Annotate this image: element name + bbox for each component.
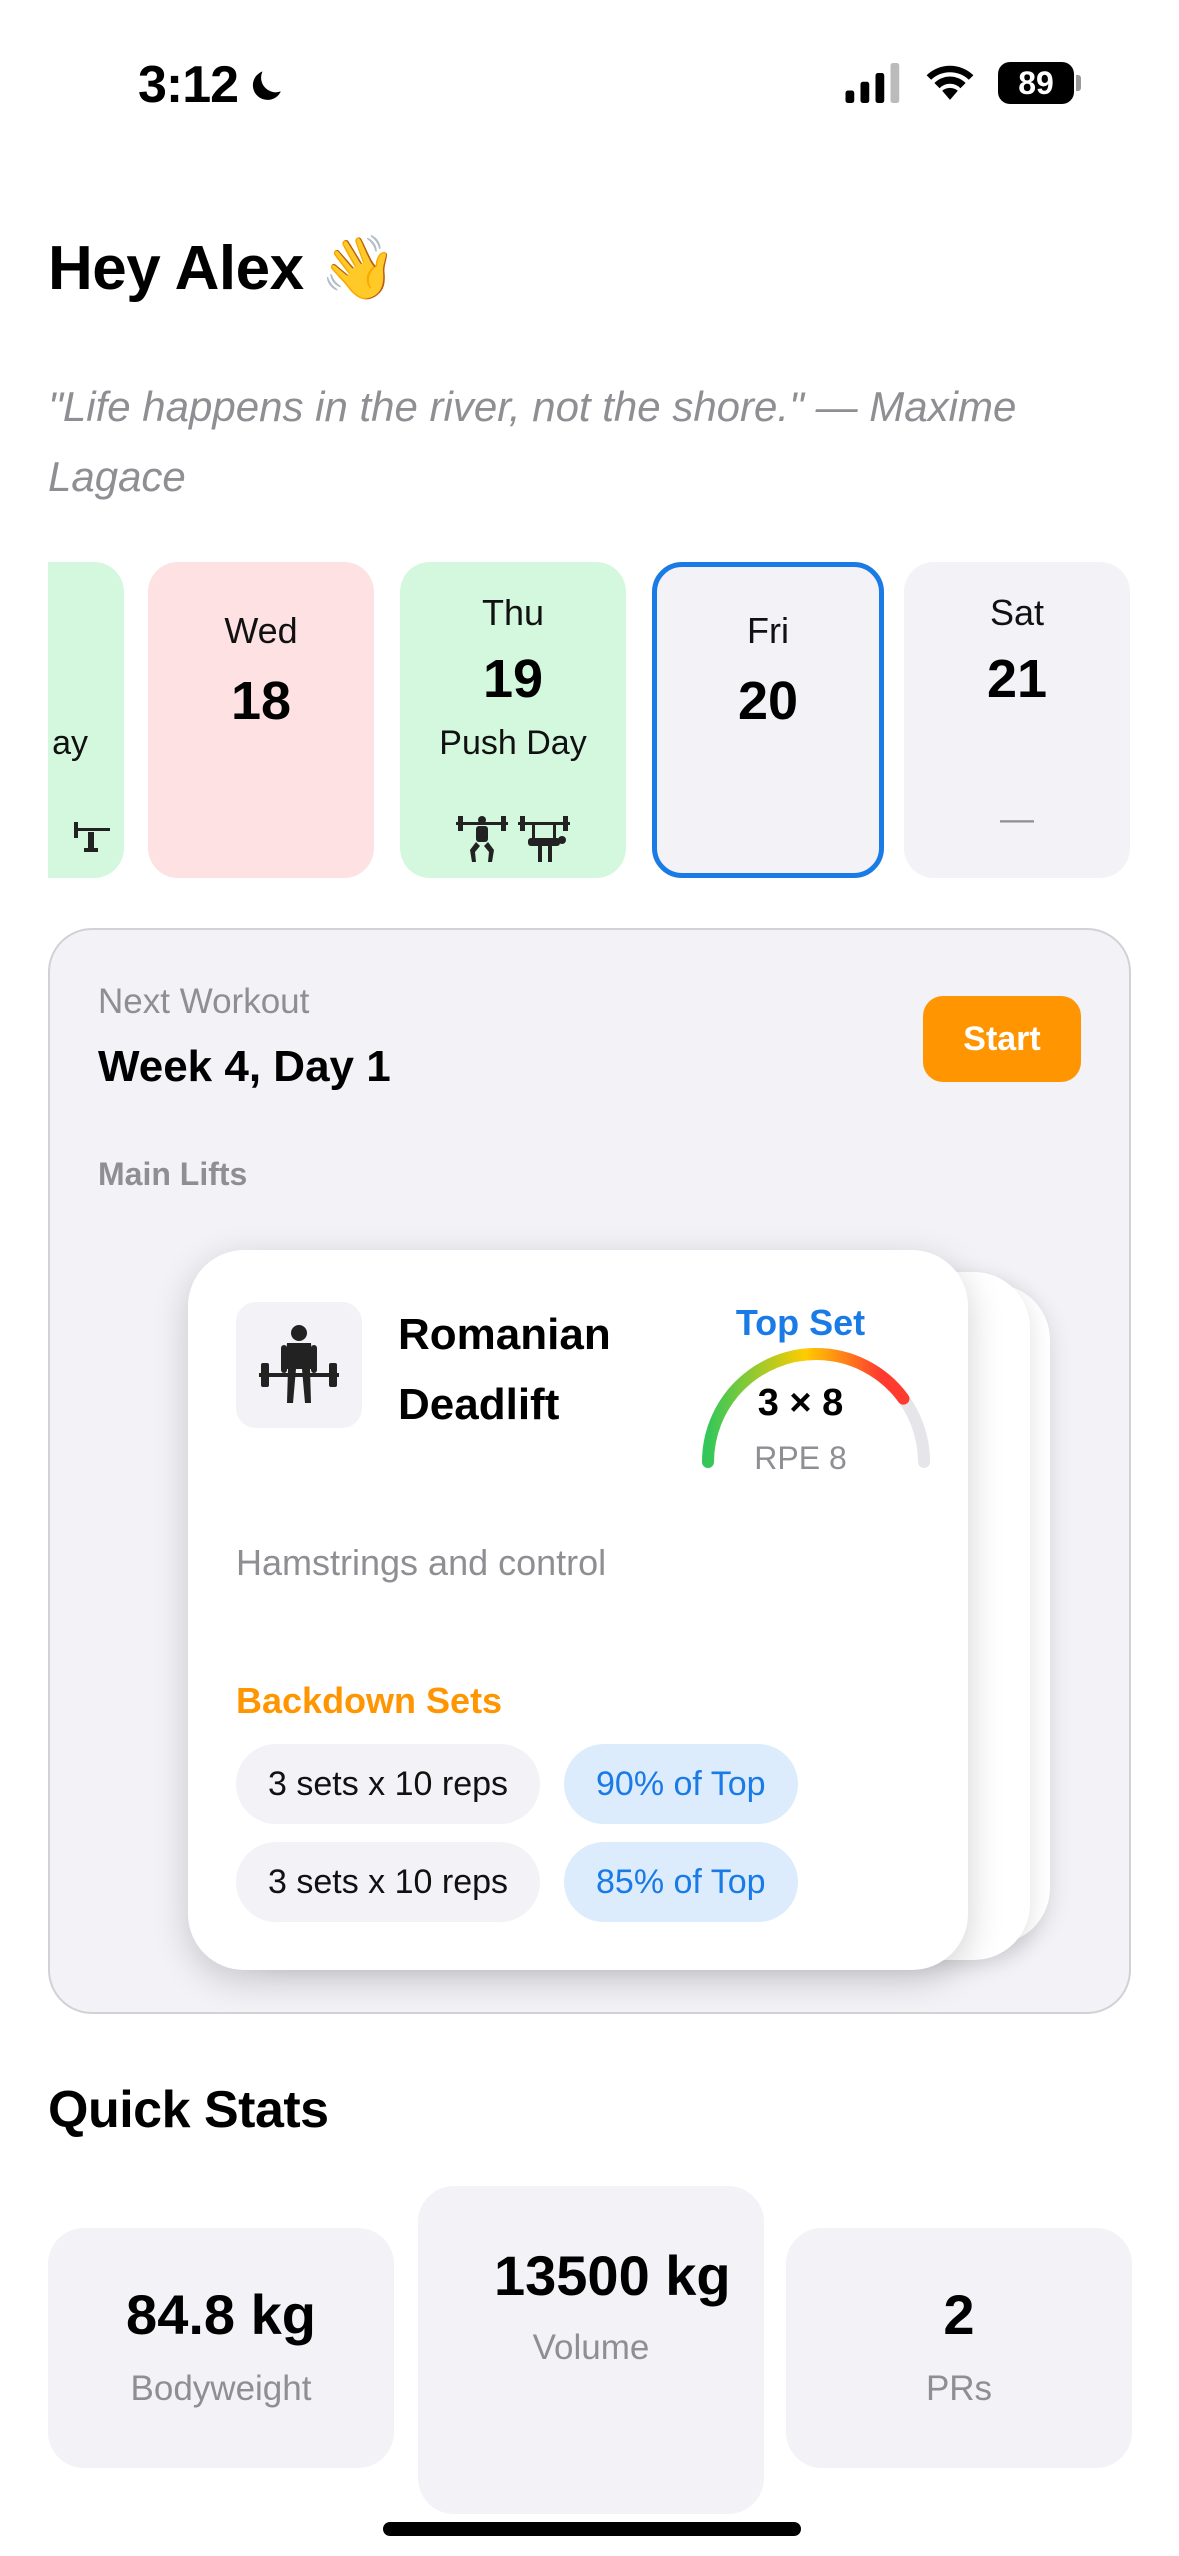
battery-tip xyxy=(1076,75,1081,91)
status-bar: 3:12 89 xyxy=(0,0,1179,170)
bench-icon xyxy=(74,822,110,852)
lift-icon-container xyxy=(236,1302,362,1428)
backdown-sets-label: Backdown Sets xyxy=(236,1680,503,1721)
top-set-value: 3 × 8 xyxy=(757,1382,844,1424)
wifi-icon xyxy=(926,65,974,100)
backdown-set-row: 3 sets x 10 reps 90% of Top xyxy=(236,1744,798,1824)
stat-card-prs[interactable]: 2 PRs xyxy=(786,2228,1132,2468)
day-number: 21 xyxy=(986,649,1048,709)
day-number: 19 xyxy=(482,649,544,709)
home-indicator[interactable] xyxy=(383,2522,801,2536)
backdown-set-row: 3 sets x 10 reps 85% of Top xyxy=(236,1842,798,1922)
day-name: Sat xyxy=(989,592,1045,633)
quick-stats-title: Quick Stats xyxy=(48,2081,329,2139)
stat-card-bodyweight[interactable]: 84.8 kg Bodyweight xyxy=(48,2228,394,2468)
squat-icon xyxy=(456,816,508,862)
start-button[interactable]: Start xyxy=(923,996,1081,1082)
rest-placeholder: — xyxy=(1000,800,1034,838)
day-number: 20 xyxy=(737,671,799,731)
main-lifts-label: Main Lifts xyxy=(98,1156,248,1192)
battery-indicator: 89 xyxy=(998,62,1081,104)
stat-label: PRs xyxy=(925,2369,993,2408)
signal-icon xyxy=(845,63,900,103)
lift-name: Romanian Deadlift xyxy=(398,1310,611,1429)
status-time: 3:12 xyxy=(138,55,290,115)
day-card-wed[interactable]: Wed 18 xyxy=(148,562,374,878)
set-reps-pill: 3 sets x 10 reps xyxy=(236,1744,541,1824)
day-card-sat[interactable]: Sat 21 — xyxy=(904,562,1130,878)
stat-label: Volume xyxy=(532,2328,650,2367)
stat-label: Bodyweight xyxy=(130,2369,312,2408)
stat-value: 2 xyxy=(943,2283,975,2346)
stat-value: 84.8 kg xyxy=(126,2283,316,2346)
lift-card[interactable]: Romanian Deadlift Top Set 3 × 8 RPE 8 Ha… xyxy=(188,1250,968,1970)
lift-description: Hamstrings and control xyxy=(236,1542,607,1583)
workout-icons xyxy=(400,816,626,864)
time-text: 3:12 xyxy=(138,56,239,114)
day-name: Thu xyxy=(481,592,545,633)
bench-icon xyxy=(518,816,570,862)
day-name: Fri xyxy=(747,610,789,651)
percent-pill: 90% of Top xyxy=(564,1744,798,1824)
daily-quote: "Life happens in the river, not the shor… xyxy=(48,383,1017,500)
next-workout-label: Next Workout xyxy=(98,982,310,1021)
set-reps-pill: 3 sets x 10 reps xyxy=(236,1842,541,1922)
next-workout-panel: Next Workout Week 4, Day 1 Start Main Li… xyxy=(48,928,1131,2014)
deadlift-icon xyxy=(259,1325,339,1403)
day-number: 18 xyxy=(230,671,292,731)
stat-card-volume[interactable]: 13500 kg Volume xyxy=(418,2186,764,2514)
moon-icon xyxy=(252,71,281,100)
day-workout-label: Push Day xyxy=(439,724,587,762)
battery-level: 89 xyxy=(998,62,1074,104)
day-card-tue[interactable]: ay xyxy=(48,562,124,878)
status-indicators: 89 xyxy=(844,62,1081,104)
stat-value: 13500 kg xyxy=(494,2244,731,2307)
day-card-thu[interactable]: Thu 19 Push Day xyxy=(400,562,626,878)
workout-title: Week 4, Day 1 xyxy=(98,1042,391,1091)
day-strip[interactable]: ay Wed 18 Thu 19 Push Day Fri 20 Sat 21 … xyxy=(48,562,1131,882)
day-card-fri-selected[interactable]: Fri 20 xyxy=(652,562,884,878)
top-set-label: Top Set xyxy=(735,1302,866,1343)
top-set-rpe: RPE 8 xyxy=(754,1440,847,1476)
day-name: Wed xyxy=(224,610,298,651)
percent-pill: 85% of Top xyxy=(564,1842,798,1922)
greeting-title: Hey Alex 👋 xyxy=(48,234,398,303)
day-workout-label: ay xyxy=(52,724,88,762)
